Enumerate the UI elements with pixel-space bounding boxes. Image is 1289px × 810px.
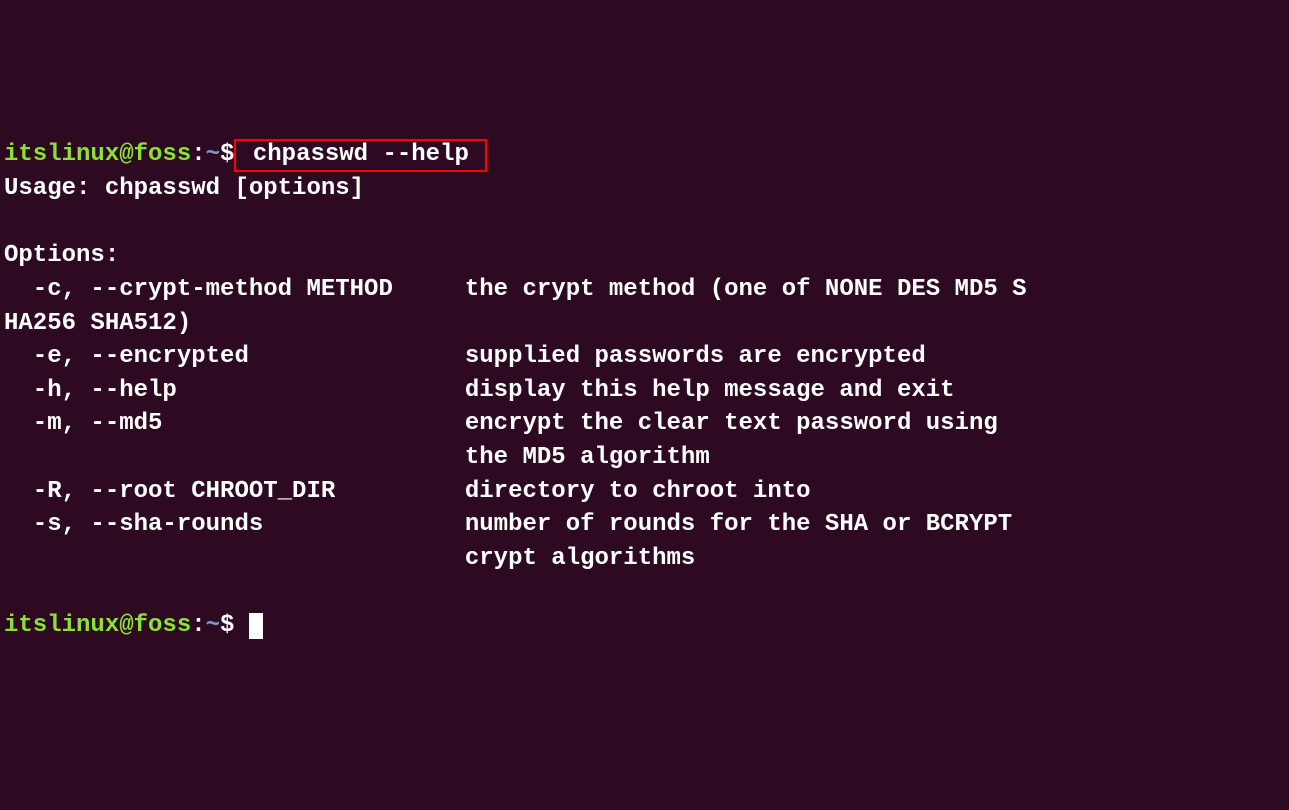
output-line-8: -m, --md5 encrypt the clear text passwor…: [4, 410, 998, 437]
output-line-12: crypt algorithms: [4, 545, 695, 572]
output-line-5: HA256 SHA512): [4, 310, 191, 337]
prompt-colon: :: [191, 612, 205, 639]
output-line-9: the MD5 algorithm: [4, 444, 710, 471]
prompt-path: ~: [206, 141, 220, 168]
prompt-user: itslinux: [4, 141, 119, 168]
prompt-user: itslinux: [4, 612, 119, 639]
prompt-dollar: $: [220, 612, 234, 639]
output-line-6: -e, --encrypted supplied passwords are e…: [4, 343, 926, 370]
prompt-host: foss: [134, 612, 192, 639]
prompt-at: @: [119, 612, 133, 639]
output-line-10: -R, --root CHROOT_DIR directory to chroo…: [4, 478, 811, 505]
output-line-1: Usage: chpasswd [options]: [4, 175, 364, 202]
cursor: [249, 613, 263, 639]
prompt-line-2: itslinux@foss:~$: [4, 612, 263, 639]
command-highlight: chpasswd --help: [234, 139, 487, 172]
output-line-3: Options:: [4, 242, 119, 269]
output-line-4: -c, --crypt-method METHOD the crypt meth…: [4, 276, 1027, 303]
prompt-path: ~: [206, 612, 220, 639]
prompt-dollar: $: [220, 141, 234, 168]
prompt-host: foss: [134, 141, 192, 168]
output-line-7: -h, --help display this help message and…: [4, 377, 955, 404]
prompt-at: @: [119, 141, 133, 168]
terminal[interactable]: itslinux@foss:~$ chpasswd --help Usage: …: [4, 138, 1285, 642]
prompt-line-1: itslinux@foss:~$ chpasswd --help: [4, 141, 487, 168]
output-line-11: -s, --sha-rounds number of rounds for th…: [4, 511, 1012, 538]
prompt-colon: :: [191, 141, 205, 168]
